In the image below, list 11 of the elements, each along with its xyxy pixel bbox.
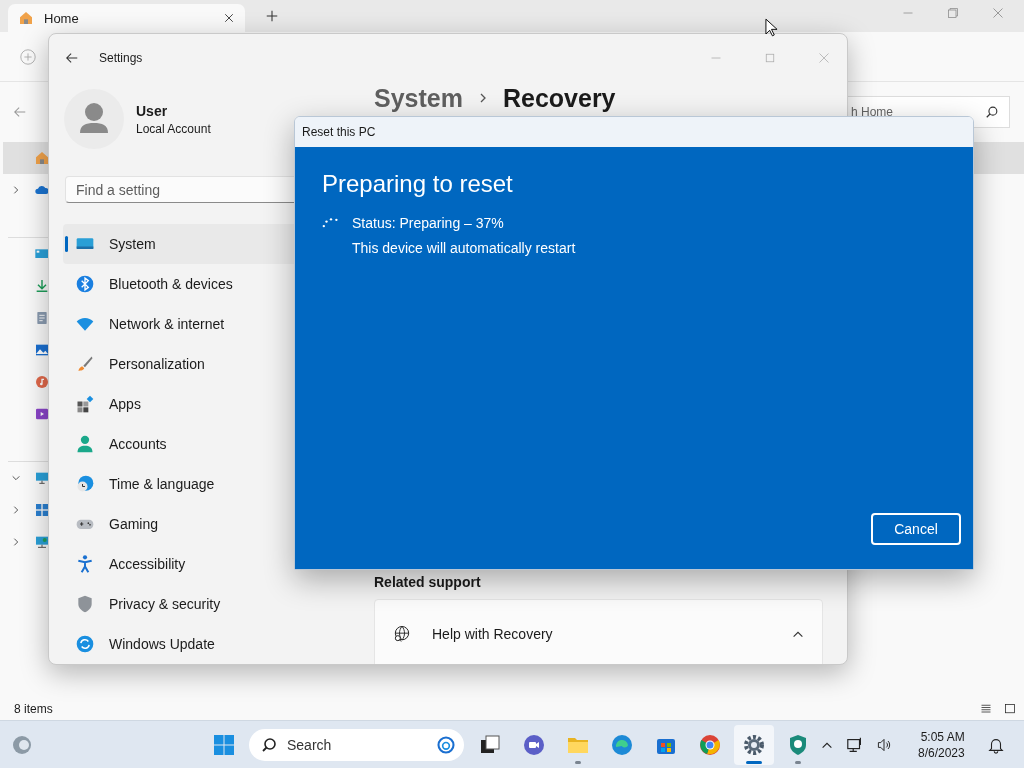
page-title: Recovery bbox=[502, 83, 616, 113]
window-title: Settings bbox=[99, 51, 143, 65]
section-heading: Related support bbox=[374, 574, 482, 590]
date-text: 8/6/2023 bbox=[918, 744, 965, 761]
dialog-title: Reset this PC bbox=[302, 125, 376, 139]
time-text: 5:05 AM bbox=[920, 728, 965, 745]
note-text: This device will automatically restart bbox=[352, 239, 576, 258]
user-name: User bbox=[136, 102, 169, 119]
status-text: Status: Preparing – 37% bbox=[352, 214, 505, 233]
account-type: Local Account bbox=[136, 121, 211, 136]
item-count: 8 items bbox=[14, 701, 53, 716]
